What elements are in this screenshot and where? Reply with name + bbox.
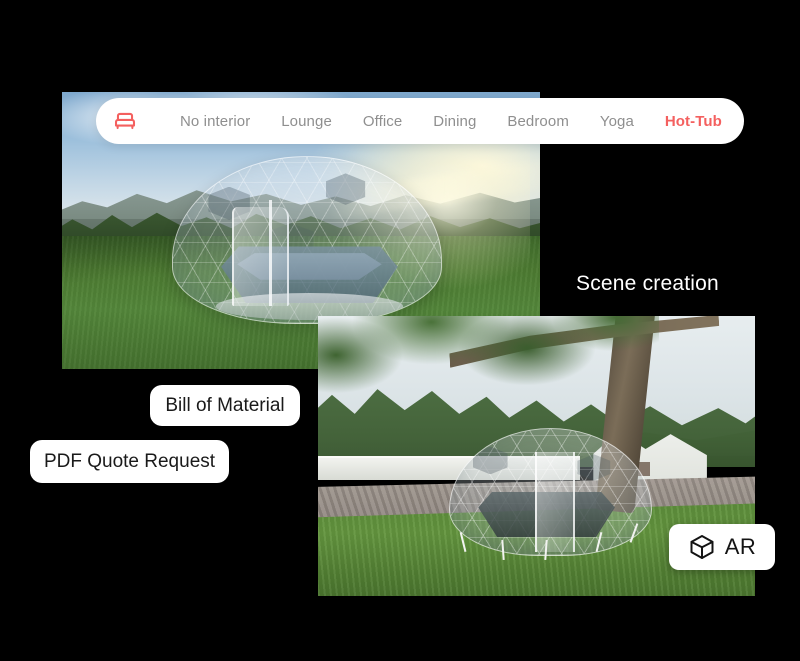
- scene-creation-caption: Scene creation: [576, 272, 719, 295]
- geodesic-dome: [171, 155, 442, 324]
- dome-door: [231, 206, 290, 307]
- app-stage: No interior Lounge Office Dining Bedroom…: [0, 0, 800, 661]
- armchair-icon: [114, 112, 136, 130]
- tree-canopy: [589, 316, 755, 434]
- ar-button[interactable]: AR: [669, 524, 775, 570]
- dome-door: [534, 451, 575, 553]
- pdf-quote-request-button[interactable]: PDF Quote Request: [30, 440, 229, 483]
- ar-label: AR: [724, 534, 757, 559]
- nav-item-hot-tub[interactable]: Hot-Tub: [665, 113, 722, 130]
- nav-item-yoga[interactable]: Yoga: [600, 113, 634, 130]
- nav-item-office[interactable]: Office: [363, 113, 403, 130]
- interior-selector-nav[interactable]: No interior Lounge Office Dining Bedroom…: [96, 98, 744, 144]
- nav-item-lounge[interactable]: Lounge: [281, 113, 332, 130]
- bill-of-material-button[interactable]: Bill of Material: [150, 385, 300, 426]
- geodesic-dome: [449, 428, 653, 556]
- dome-door-frame: [269, 199, 273, 307]
- nav-item-bedroom[interactable]: Bedroom: [507, 113, 569, 130]
- interior-nav-items: No interior Lounge Office Dining Bedroom…: [138, 113, 722, 130]
- nav-item-no-interior[interactable]: No interior: [180, 113, 250, 130]
- cube-icon: [690, 535, 714, 559]
- nav-item-dining[interactable]: Dining: [433, 113, 476, 130]
